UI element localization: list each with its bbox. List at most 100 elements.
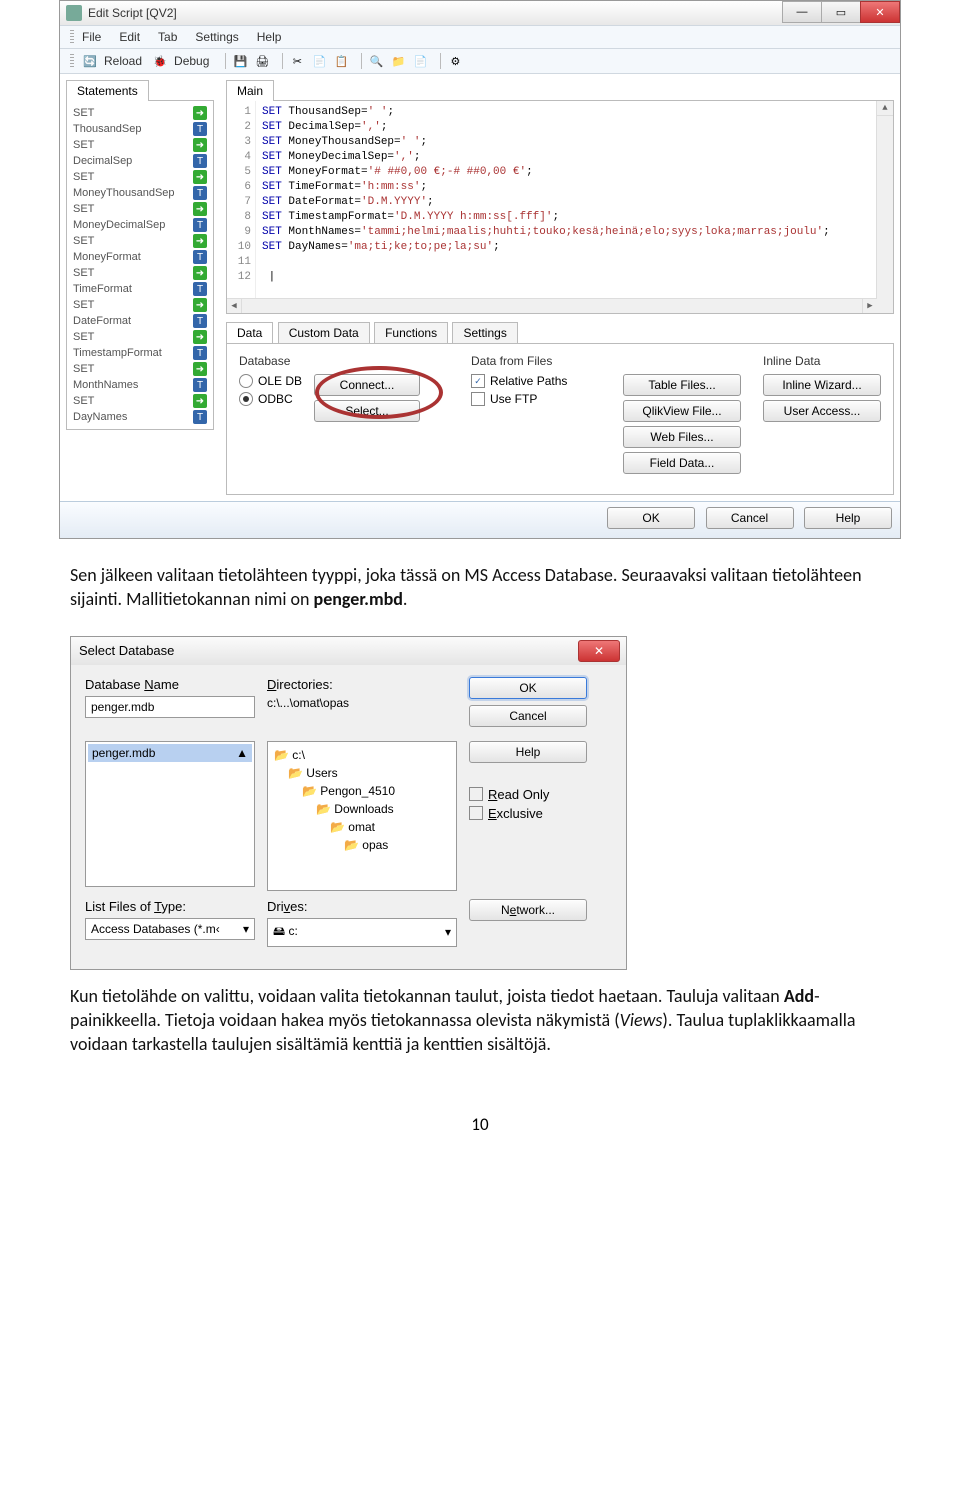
vertical-scrollbar[interactable]: ▲ [876, 101, 893, 313]
ok-button[interactable]: OK [607, 507, 695, 529]
paragraph-1: Sen jälkeen valitaan tietolähteen tyyppi… [0, 549, 960, 636]
statement-item[interactable]: MoneyDecimalSepT [69, 217, 211, 233]
tool-icon[interactable]: ⚙ [447, 53, 463, 69]
print-icon[interactable]: 🖨 [254, 53, 270, 69]
horizontal-scrollbar[interactable]: ◀ ▶ [227, 298, 877, 313]
statement-item[interactable]: MoneyThousandSepT [69, 185, 211, 201]
network-button[interactable]: Network... [469, 899, 587, 921]
dialog-close-button[interactable]: ✕ [578, 640, 620, 662]
menu-file[interactable]: File [82, 30, 101, 44]
chevron-down-icon: ▾ [445, 925, 451, 939]
statements-tab[interactable]: Statements [66, 80, 149, 101]
statement-item[interactable]: DecimalSepT [69, 153, 211, 169]
database-label: Database [239, 354, 449, 368]
file-listbox[interactable]: penger.mdb▲ [85, 741, 255, 887]
statements-list: SET➜ThousandSepTSET➜DecimalSepTSET➜Money… [66, 100, 214, 430]
radio-oledb[interactable]: OLE DB [239, 374, 302, 388]
database-name-field[interactable]: penger.mdb [85, 696, 255, 718]
database-name-label: Database Name [85, 677, 255, 692]
menu-tab[interactable]: Tab [158, 30, 177, 44]
statement-item[interactable]: SET➜ [69, 329, 211, 345]
ok-button[interactable]: OK [469, 677, 587, 699]
debug-label[interactable]: Debug [174, 54, 209, 68]
check-read-only[interactable]: Read Only [469, 787, 569, 802]
save-icon[interactable]: 💾 [232, 53, 248, 69]
reload-icon[interactable]: 🔄 [82, 53, 98, 69]
select-button[interactable]: Select... [314, 400, 420, 422]
menu-edit[interactable]: Edit [119, 30, 140, 44]
web-files-button[interactable]: Web Files... [623, 426, 741, 448]
folder-icon[interactable]: 📁 [390, 53, 406, 69]
edit-script-window: Edit Script [QV2] — ▭ ✕ File Edit Tab Se… [59, 0, 901, 539]
statement-item[interactable]: SET➜ [69, 233, 211, 249]
statement-item[interactable]: SET➜ [69, 201, 211, 217]
statement-item[interactable]: SET➜ [69, 297, 211, 313]
table-files-button[interactable]: Table Files... [623, 374, 741, 396]
tab-custom-data[interactable]: Custom Data [278, 322, 370, 343]
check-use-ftp[interactable]: Use FTP [471, 392, 601, 406]
statement-item[interactable]: SET➜ [69, 265, 211, 281]
maximize-button[interactable]: ▭ [821, 1, 861, 23]
bottom-bar: OK Cancel Help [60, 501, 900, 538]
connect-button[interactable]: Connect... [314, 374, 420, 396]
paragraph-2: Kun tietolähde on valittu, voidaan valit… [0, 970, 960, 1081]
directory-tree[interactable]: c:\UsersPengon_4510Downloadsomatopas [267, 741, 457, 891]
drives-label: Drives: [267, 899, 457, 914]
menu-settings[interactable]: Settings [195, 30, 238, 44]
drive-select[interactable]: 🖴 c:▾ [267, 918, 457, 947]
cut-icon[interactable]: ✂ [289, 53, 305, 69]
statement-item[interactable]: SET➜ [69, 169, 211, 185]
select-database-dialog: Select Database ✕ Database Name penger.m… [70, 636, 627, 970]
statement-item[interactable]: DayNamesT [69, 409, 211, 425]
toolbar: 🔄 Reload 🐞 Debug 💾 🖨 ✂ 📄 📋 🔍 📁 📄 ⚙ [60, 49, 900, 74]
close-button[interactable]: ✕ [860, 1, 900, 23]
tab-data[interactable]: Data [226, 322, 273, 343]
help-button[interactable]: Help [469, 741, 587, 763]
statement-item[interactable]: SET➜ [69, 105, 211, 121]
user-access-button[interactable]: User Access... [763, 400, 881, 422]
check-exclusive[interactable]: Exclusive [469, 806, 569, 821]
directories-label: Directories: [267, 677, 457, 692]
tab-settings[interactable]: Settings [452, 322, 517, 343]
statement-item[interactable]: ThousandSepT [69, 121, 211, 137]
check-relative-paths[interactable]: ✓Relative Paths [471, 374, 601, 388]
minimize-button[interactable]: — [782, 1, 822, 23]
code-editor[interactable]: 123456789101112 SET ThousandSep=' ';SET … [226, 100, 894, 314]
statement-item[interactable]: SET➜ [69, 361, 211, 377]
dialog-title: Select Database [79, 643, 174, 658]
list-files-type-label: List Files of Type: [85, 899, 255, 914]
inline-wizard-button[interactable]: Inline Wizard... [763, 374, 881, 396]
search-icon[interactable]: 🔍 [368, 53, 384, 69]
app-icon [66, 5, 82, 21]
file-type-select[interactable]: Access Databases (*.m‹▾ [85, 918, 255, 940]
menubar: File Edit Tab Settings Help [60, 25, 900, 49]
qlikview-file-button[interactable]: QlikView File... [623, 400, 741, 422]
statement-item[interactable]: TimestampFormatT [69, 345, 211, 361]
cancel-button[interactable]: Cancel [706, 507, 794, 529]
dialog-titlebar: Select Database ✕ [71, 637, 626, 665]
chevron-down-icon: ▾ [243, 922, 249, 936]
statement-item[interactable]: SET➜ [69, 137, 211, 153]
statement-item[interactable]: SET➜ [69, 393, 211, 409]
main-tab[interactable]: Main [226, 80, 274, 101]
data-from-files-label: Data from Files [471, 354, 601, 368]
debug-icon[interactable]: 🐞 [152, 53, 168, 69]
menu-help[interactable]: Help [257, 30, 282, 44]
directory-path: c:\...\omat\opas [267, 696, 457, 710]
reload-label[interactable]: Reload [104, 54, 142, 68]
cancel-button[interactable]: Cancel [469, 705, 587, 727]
statement-item[interactable]: DateFormatT [69, 313, 211, 329]
copy-icon[interactable]: 📄 [311, 53, 327, 69]
radio-odbc[interactable]: ODBC [239, 392, 302, 406]
list-item: penger.mdb▲ [88, 744, 252, 762]
help-button[interactable]: Help [804, 507, 892, 529]
field-data-button[interactable]: Field Data... [623, 452, 741, 474]
paste-icon[interactable]: 📋 [333, 53, 349, 69]
statement-item[interactable]: TimeFormatT [69, 281, 211, 297]
page-number: 10 [0, 1114, 960, 1135]
statement-item[interactable]: MoneyFormatT [69, 249, 211, 265]
statement-item[interactable]: MonthNamesT [69, 377, 211, 393]
tab-functions[interactable]: Functions [374, 322, 448, 343]
new-icon[interactable]: 📄 [412, 53, 428, 69]
window-title: Edit Script [QV2] [88, 6, 177, 20]
